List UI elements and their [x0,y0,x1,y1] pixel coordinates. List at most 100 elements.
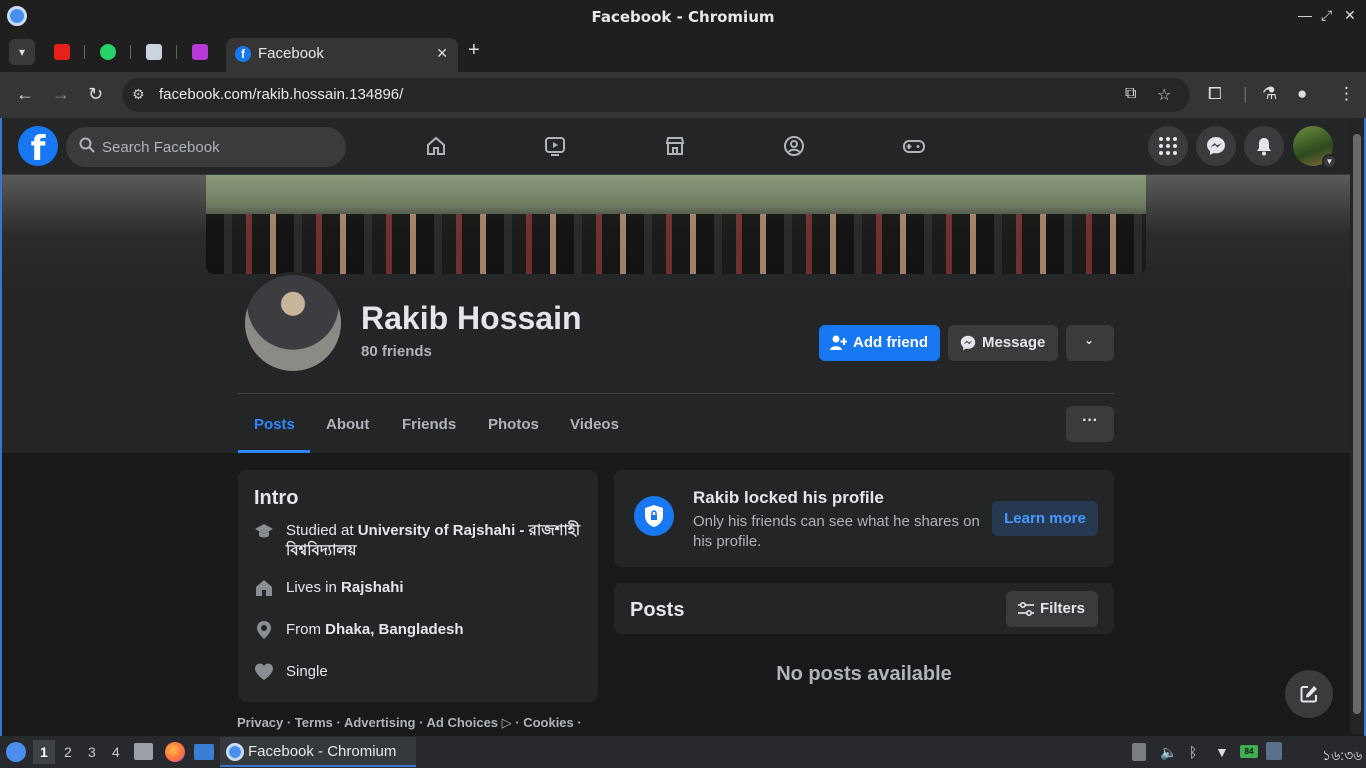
lives-row: Lives in Rajshahi [254,578,584,600]
reload-icon[interactable]: ↻ [88,84,103,105]
city-link[interactable]: Rajshahi [341,579,404,596]
intro-card: Intro Studied at University of Rajshahi … [238,470,598,702]
tab-facebook[interactable]: f Facebook ✕ [226,38,458,72]
tab-close-icon[interactable]: ✕ [436,45,448,62]
home-icon [256,580,272,596]
bookmark-star-icon[interactable]: ☆ [1157,85,1171,105]
hometown-link[interactable]: Dhaka, Bangladesh [325,621,463,638]
search-input[interactable] [102,135,332,159]
tab-friends[interactable]: Friends [402,416,456,433]
new-tab-icon[interactable]: + [468,39,480,62]
heart-icon [255,663,273,680]
filters-button[interactable]: Filters [1006,591,1098,627]
menu-kebab-icon[interactable]: ⋮ [1338,84,1355,104]
workspace-4[interactable]: 4 [112,744,120,760]
profile-picture[interactable] [242,272,344,374]
chromium-icon [226,743,244,761]
locked-description: Only his friends can see what he shares … [693,513,980,550]
relationship-row: Single [254,662,584,684]
new-message-button[interactable] [1285,670,1333,718]
learn-more-button[interactable]: Learn more [992,501,1098,536]
forward-icon[interactable]: → [52,84,70,105]
compose-icon [1300,686,1317,703]
tab-posts[interactable]: Posts [254,416,295,433]
profile-header: Rakib Hossain 80 friends Add friend Mess… [2,175,1350,453]
search-icon [79,137,95,153]
friend-count[interactable]: 80 friends [361,343,432,360]
marketplace-nav-icon[interactable] [663,134,691,160]
shield-icon [634,496,674,536]
taskbar: 1 2 3 4 Facebook - Chromium 🔈 ᛒ ▼ 84 ১৬:… [0,736,1366,768]
page-scrollbar[interactable] [1350,118,1364,734]
more-options-button[interactable]: ⌄ [1066,325,1114,361]
menu-grid-icon[interactable] [1148,126,1188,166]
site-info-icon[interactable]: ⚙ [132,86,145,103]
window-title: Facebook - Chromium [591,8,775,26]
notification-icon[interactable] [1266,742,1282,760]
clock[interactable]: ১৬:৩৬ [1322,744,1362,768]
profile-more-button[interactable]: ··· [1066,406,1114,442]
account-avatar[interactable]: ▼ [1293,126,1337,169]
tab-about[interactable]: About [326,416,369,433]
locked-profile-card: Rakib locked his profile Only his friend… [614,470,1114,567]
tab-search-button[interactable]: ▾ [9,39,35,65]
back-icon[interactable]: ← [16,84,34,105]
app-tab-icon[interactable] [192,44,208,60]
tab-photos[interactable]: Photos [488,416,539,433]
workspace-1[interactable]: 1 [40,744,48,760]
minimize-icon[interactable]: — [1298,7,1312,23]
close-icon[interactable]: ✕ [1344,7,1356,24]
labs-flask-icon[interactable]: ⚗ [1262,84,1277,104]
facebook-favicon-icon: f [235,46,251,62]
firefox-icon[interactable] [165,742,185,762]
extensions-icon[interactable]: ⧠ [1208,84,1222,104]
message-button[interactable]: Message [948,325,1058,361]
home-nav-icon[interactable] [424,134,452,160]
tab-strip: ▾ f Facebook ✕ + [0,32,1366,72]
wifi-icon[interactable]: ▼ [1215,744,1229,760]
locked-title: Rakib locked his profile [693,488,884,507]
whatsapp-tab-icon[interactable] [100,44,116,60]
eject-icon[interactable] [1132,743,1146,761]
facebook-logo-icon[interactable]: f [18,126,58,169]
posts-header-card: Posts Filters [614,583,1114,634]
gaming-nav-icon[interactable] [902,134,930,160]
add-friend-button[interactable]: Add friend [819,325,940,361]
video-nav-icon[interactable] [543,134,571,160]
chevron-down-icon: ⌄ [1084,333,1095,347]
bluetooth-icon[interactable]: ᛒ [1189,744,1197,760]
messenger-icon [960,335,976,351]
cover-photo[interactable] [206,175,1146,274]
sliders-icon [1018,602,1034,616]
no-posts-message: No posts available [776,663,952,685]
profile-icon[interactable]: ● [1297,84,1307,104]
workspace-2[interactable]: 2 [64,744,72,760]
facebook-header: f ▼ [2,118,1350,175]
search-box[interactable] [66,127,346,167]
from-row: From Dhaka, Bangladesh [254,620,584,642]
volume-icon[interactable]: 🔈 [1160,744,1177,761]
file-manager-icon[interactable] [134,743,153,760]
footer-links[interactable]: Privacy · Terms · Advertising · Ad Choic… [237,715,582,731]
tab-videos[interactable]: Videos [570,416,619,433]
install-app-icon[interactable]: ⧉ [1125,85,1136,103]
location-pin-icon [257,621,271,639]
youtube-tab-icon[interactable] [54,44,70,60]
browser-toolbar: ← → ↻ ⚙ facebook.com/rakib.hossain.13489… [0,72,1366,118]
battery-icon[interactable]: 84 [1240,745,1258,758]
graduation-cap-icon [255,524,273,538]
desktop-icon[interactable] [194,744,214,760]
title-bar: Facebook - Chromium — ⤢ ✕ [0,0,1366,32]
taskbar-chromium-window[interactable]: Facebook - Chromium [220,737,416,767]
notifications-bell-icon[interactable] [1244,126,1284,166]
chevron-down-icon: ▼ [1322,154,1337,169]
workspace-3[interactable]: 3 [88,744,96,760]
messenger-icon[interactable] [1196,126,1236,166]
maximize-icon[interactable]: ⤢ [1321,7,1332,24]
groups-nav-icon[interactable] [782,134,810,160]
education-row: Studied at University of Rajshahi - রাজশ… [254,521,584,565]
start-menu-icon[interactable] [6,742,26,762]
tumblr-tab-icon[interactable] [146,44,162,60]
profile-name: Rakib Hossain [361,300,582,336]
address-bar[interactable]: ⚙ facebook.com/rakib.hossain.134896/ ⧉ ☆ [122,78,1190,112]
